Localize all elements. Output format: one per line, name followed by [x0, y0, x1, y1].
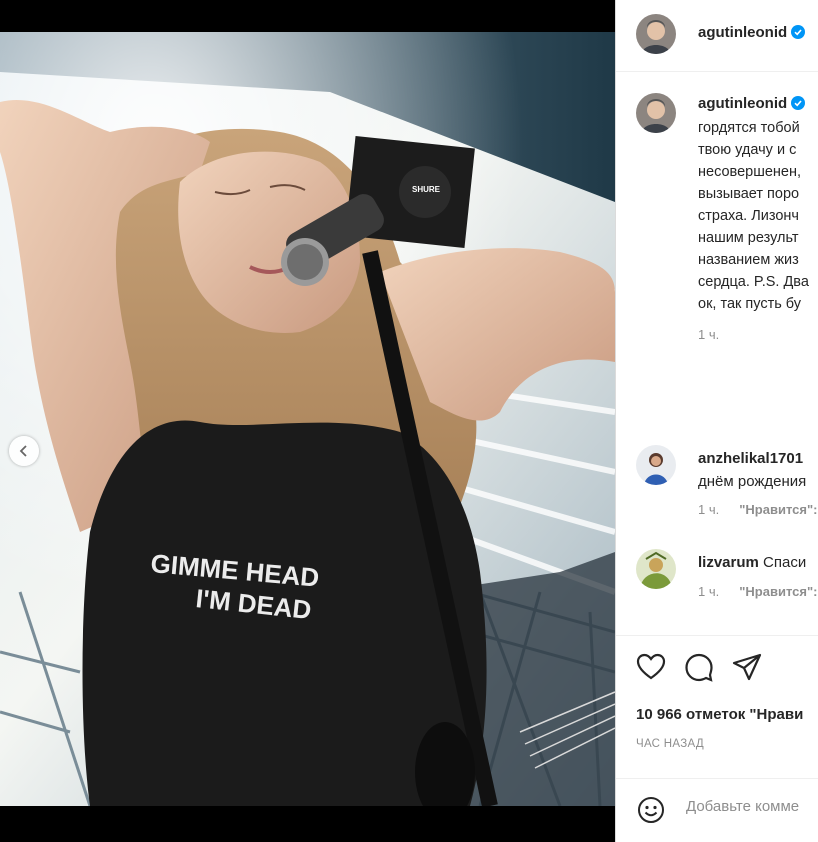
mic-brand-label: SHURE	[412, 185, 441, 194]
caption-line: несовершенен,	[698, 164, 802, 180]
caption-line: сердца. P.S. Два	[698, 274, 809, 290]
comment-avatar[interactable]	[636, 445, 676, 485]
caption-line: нашим результ	[698, 230, 799, 246]
photo-illustration: GIMME HEAD I'M DEAD SHURE	[0, 32, 615, 806]
avatar[interactable]	[636, 14, 676, 54]
comment-time[interactable]: 1 ч.	[698, 502, 719, 517]
bottom-bar	[0, 806, 615, 842]
post-actions	[636, 652, 762, 682]
post-photo[interactable]: GIMME HEAD I'M DEAD SHURE	[0, 32, 615, 806]
caption-text: гордятся тобой твою удачу и с несовершен…	[698, 117, 818, 315]
divider	[616, 635, 818, 636]
caption-time[interactable]: 1 ч.	[698, 327, 719, 342]
post-side-panel: agutinleonid agutinleonid гордятся тобой…	[615, 0, 818, 842]
top-bar	[0, 0, 615, 32]
comment-time[interactable]: 1 ч.	[698, 584, 719, 599]
caption-username[interactable]: agutinleonid	[698, 95, 787, 112]
caption-line: вызывает поро	[698, 186, 800, 202]
caption-line: гордятся тобой	[698, 120, 800, 136]
comment-icon[interactable]	[684, 652, 714, 682]
add-comment-input[interactable]	[684, 797, 818, 816]
paper-plane-icon[interactable]	[732, 652, 762, 682]
header-username[interactable]: agutinleonid	[698, 24, 787, 41]
comment-username[interactable]: anzhelikal1701	[698, 450, 803, 467]
heart-icon[interactable]	[636, 652, 666, 682]
comment-text: Спаси	[763, 554, 807, 571]
comment-text-line: днём рождения	[698, 473, 807, 490]
caption-line: названием жиз	[698, 252, 799, 268]
post-header: agutinleonid	[616, 0, 818, 72]
carousel-prev-button[interactable]	[9, 436, 39, 466]
smiley-icon[interactable]	[637, 796, 665, 829]
caption-line: ок, так пусть бу	[698, 296, 802, 312]
verified-badge-icon	[791, 96, 806, 115]
comment-like-count[interactable]: "Нравится":	[739, 584, 817, 599]
like-count[interactable]: 10 966 отметок "Нрави	[636, 706, 803, 723]
comment-like-count[interactable]: "Нравится":	[739, 502, 817, 517]
add-comment-bar	[616, 778, 818, 842]
comment-avatar[interactable]	[636, 549, 676, 589]
caption-line: страха. Лизонч	[698, 208, 799, 224]
chevron-left-icon	[18, 445, 30, 457]
verified-badge-icon	[791, 25, 806, 44]
caption-avatar[interactable]	[636, 93, 676, 133]
post-time[interactable]: ЧАС НАЗАД	[636, 738, 704, 750]
comment-username[interactable]: lizvarum	[698, 554, 759, 571]
caption-line: твою удачу и с	[698, 142, 797, 158]
